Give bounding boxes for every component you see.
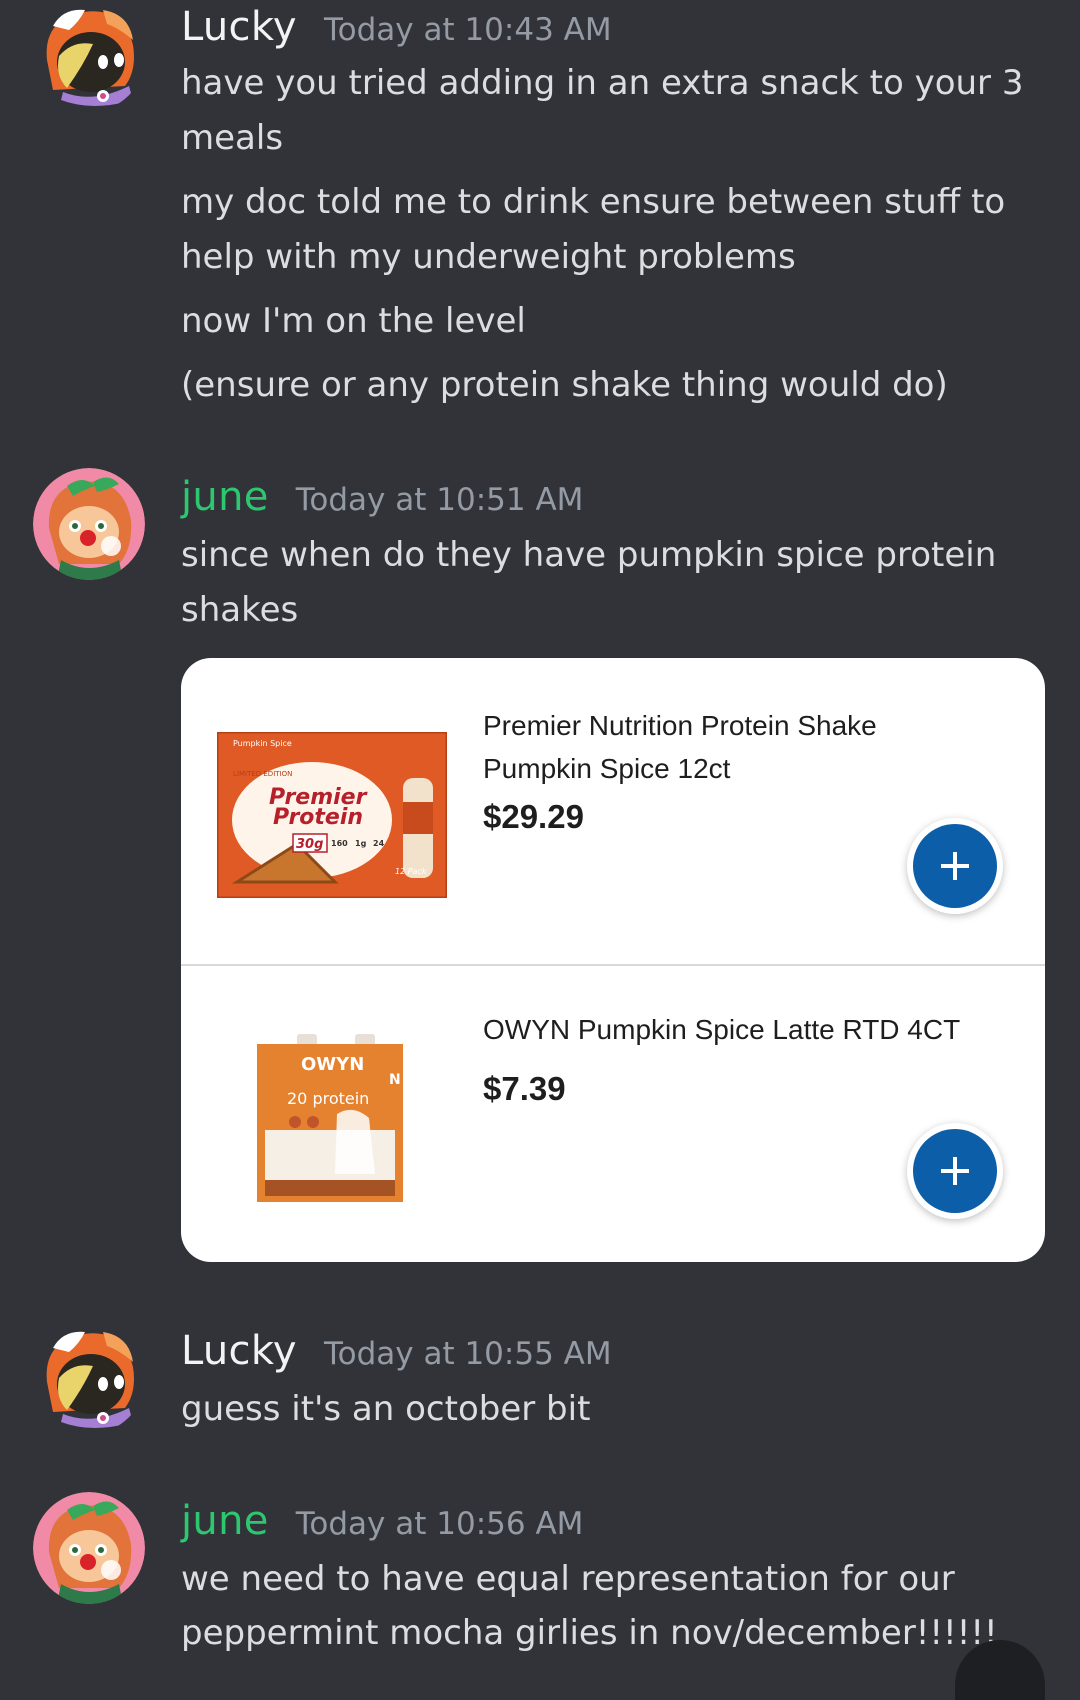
- package-protein: 30g: [296, 837, 323, 852]
- product-row[interactable]: OWYN 20 protein N OWYN Pumpkin Spice Lat…: [181, 966, 1045, 1262]
- message-text: shakes: [181, 590, 299, 630]
- message-header: june Today at 10:51 AM: [181, 474, 583, 520]
- message-text: since when do they have pumpkin spice pr…: [181, 535, 997, 575]
- timestamp: Today at 10:56 AM: [295, 1506, 584, 1542]
- message-text: we need to have equal representation for…: [181, 1559, 955, 1599]
- product-image-owyn[interactable]: OWYN 20 protein N: [257, 1034, 407, 1204]
- message-text: meals: [181, 118, 284, 158]
- message-text: now I'm on the level: [181, 301, 526, 341]
- timestamp: Today at 10:43 AM: [323, 12, 612, 48]
- message-header: june Today at 10:56 AM: [181, 1498, 583, 1544]
- message-text: help with my underweight problems: [181, 237, 796, 277]
- username[interactable]: Lucky: [181, 1328, 297, 1374]
- message-text: guess it's an october bit: [181, 1389, 591, 1429]
- package-side-letter: N: [389, 1072, 401, 1088]
- lucky-avatar-image: [33, 1322, 145, 1434]
- username[interactable]: june: [181, 474, 269, 520]
- product-image-premier[interactable]: Pumpkin Spice LIMITED EDITION Premier Pr…: [217, 732, 447, 898]
- add-button-circle: [913, 1129, 997, 1213]
- lucky-avatar[interactable]: [33, 1322, 145, 1434]
- message-header: Lucky Today at 10:43 AM: [181, 4, 612, 50]
- june-avatar[interactable]: [33, 1492, 145, 1604]
- plus-icon: [941, 852, 969, 880]
- message-header: Lucky Today at 10:55 AM: [181, 1328, 612, 1374]
- product-title-line: OWYN Pumpkin Spice Latte RTD 4CT: [483, 1014, 961, 1045]
- timestamp: Today at 10:55 AM: [323, 1336, 612, 1372]
- package-brand: OWYN: [301, 1054, 364, 1075]
- package-badge: LIMITED EDITION: [233, 770, 292, 778]
- message-text: peppermint mocha girlies in nov/december…: [181, 1613, 998, 1653]
- username[interactable]: Lucky: [181, 4, 297, 50]
- plus-icon: [941, 1157, 969, 1185]
- message-text: (ensure or any protein shake thing would…: [181, 365, 948, 405]
- june-avatar-image: [33, 468, 145, 580]
- package-calories: 160: [331, 839, 348, 848]
- june-avatar-image: [33, 1492, 145, 1604]
- package-vitamins: 24: [373, 839, 385, 848]
- add-to-cart-button[interactable]: [907, 1123, 1003, 1219]
- product-title[interactable]: Premier Nutrition Protein Shake Pumpkin …: [483, 704, 963, 790]
- message-text: my doc told me to drink ensure between s…: [181, 182, 1006, 222]
- package-protein: 20 protein: [287, 1089, 369, 1108]
- package-pack: 12 Pack: [395, 867, 427, 876]
- add-to-cart-button[interactable]: [907, 818, 1003, 914]
- username[interactable]: june: [181, 1498, 269, 1544]
- lucky-avatar[interactable]: [33, 0, 145, 112]
- premier-protein-package: Pumpkin Spice LIMITED EDITION Premier Pr…: [217, 732, 447, 898]
- add-button-circle: [913, 824, 997, 908]
- product-embed-card: Pumpkin Spice LIMITED EDITION Premier Pr…: [181, 658, 1045, 1262]
- product-price: $7.39: [483, 1070, 566, 1107]
- product-title[interactable]: OWYN Pumpkin Spice Latte RTD 4CT: [483, 1008, 963, 1051]
- timestamp: Today at 10:51 AM: [295, 482, 584, 518]
- june-avatar[interactable]: [33, 468, 145, 580]
- owyn-package: OWYN 20 protein N: [257, 1034, 403, 1202]
- lucky-avatar-image: [33, 0, 145, 112]
- package-brand-line2: Protein: [273, 805, 363, 830]
- package-sugar: 1g: [355, 839, 367, 848]
- product-title-line: Premier Nutrition Protein Shake: [483, 710, 877, 741]
- product-price: $29.29: [483, 798, 584, 835]
- message-text: have you tried adding in an extra snack …: [181, 63, 1024, 103]
- product-title-line: Pumpkin Spice 12ct: [483, 753, 731, 784]
- product-row[interactable]: Pumpkin Spice LIMITED EDITION Premier Pr…: [181, 658, 1045, 964]
- package-corner-label: Pumpkin Spice: [233, 739, 292, 748]
